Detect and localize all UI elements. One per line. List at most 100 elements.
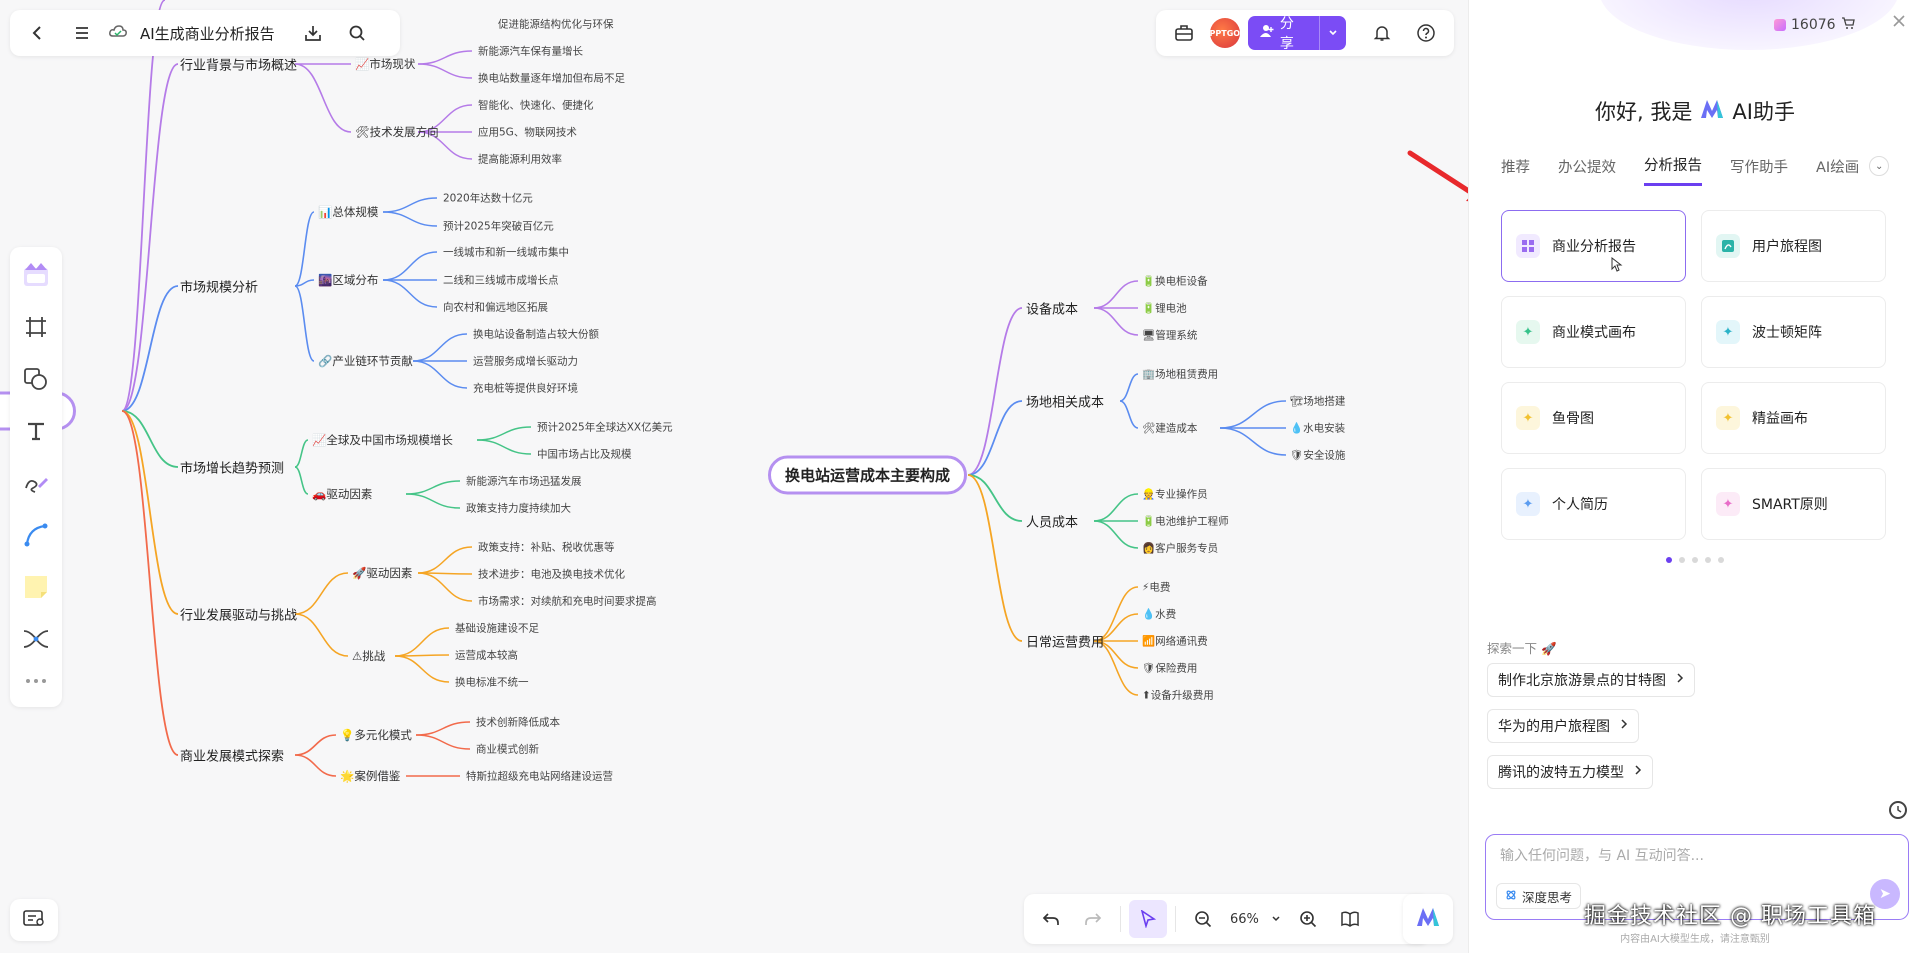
mindmap-leaf[interactable]: 2020年达数十亿元 [443,191,533,206]
credits-display[interactable]: 16076 [1774,16,1855,34]
toolbox-icon[interactable] [1166,15,1202,51]
redo-icon[interactable] [1074,900,1112,938]
mindmap-leaf[interactable]: 新能源汽车市场迅猛发展 [466,474,582,489]
mindmap-subtopic[interactable]: 💡多元化模式 [340,727,412,743]
mindmap-leaf[interactable]: 技术创新降低成本 [476,715,560,730]
mindmap-leaf[interactable]: 促进能源结构优化与环保 [498,17,614,32]
mindmap-branch[interactable]: 设备成本 [1026,299,1078,318]
help-icon[interactable] [1408,15,1444,51]
card-lean-canvas[interactable]: ✦ 精益画布 [1701,382,1886,454]
zoom-in-icon[interactable] [1289,900,1327,938]
undo-icon[interactable] [1032,900,1070,938]
mindmap-branch[interactable]: 市场规模分析 [180,277,258,296]
download-icon[interactable] [295,15,331,51]
mindmap-leaf[interactable]: 🛡安全设施 [1290,448,1345,463]
mindmap-leaf[interactable]: 💧水电安装 [1290,421,1345,436]
mindmap-leaf[interactable]: 智能化、快速化、便捷化 [478,98,594,113]
mindmap-branch[interactable]: 日常运营费用 [1026,632,1104,651]
mindmap-subtopic[interactable]: 🚀驱动因素 [352,565,412,581]
mindmap-leaf[interactable]: 换电站数量逐年增加但布局不足 [478,71,625,86]
mindmap-leaf[interactable]: 特斯拉超级充电站网络建设运营 [466,769,613,784]
mindmap-subtopic[interactable]: 🚗驱动因素 [312,486,372,502]
mindmap-leaf[interactable]: 运营成本较高 [455,648,518,663]
back-icon[interactable] [20,15,56,51]
mindmap-subtopic[interactable]: 💧水费 [1142,607,1176,622]
mindmap-subtopic[interactable]: 🖥管理系统 [1142,328,1197,343]
chevron-down-icon[interactable] [1267,900,1285,938]
deep-think-toggle[interactable]: 深度思考 [1496,883,1582,909]
mindmap-leaf[interactable]: 向农村和偏远地区拓展 [443,300,548,315]
mindmap-subtopic[interactable]: 🔋锂电池 [1142,301,1187,316]
suggestion-chip[interactable]: 腾讯的波特五力模型 [1487,755,1653,789]
share-button[interactable]: 分享 [1247,16,1347,52]
card-business-analysis[interactable]: 商业分析报告 [1501,210,1686,282]
mindmap-leaf[interactable]: 运营服务成增长驱动力 [473,354,578,369]
select-pointer-icon[interactable] [1129,900,1167,938]
page-dot[interactable] [1718,557,1724,563]
mindmap-branch[interactable]: 行业发展驱动与挑战 [180,605,297,624]
page-dot[interactable] [1679,557,1685,563]
mindmap-leaf[interactable]: 预计2025年全球达XX亿美元 [537,420,673,435]
mindmap-leaf[interactable]: 政策支持力度持续加大 [466,501,571,516]
mindmap-subtopic[interactable]: 🏢场地租赁费用 [1142,367,1218,382]
tab-office[interactable]: 办公提效 [1558,156,1616,185]
mindmap-leaf[interactable]: 换电站设备制造占较大份额 [473,327,599,342]
share-main-button[interactable]: 分享 [1248,16,1320,52]
mindmap-subtopic[interactable]: 👷专业操作员 [1142,487,1208,502]
mindmap-leaf[interactable]: 市场需求：对续航和充电时间要求提高 [478,594,657,609]
mindmap-subtopic[interactable]: 📊总体规模 [318,204,378,220]
mindmap-subtopic[interactable]: ⬆设备升级费用 [1142,688,1214,703]
card-boston-matrix[interactable]: ✦ 波士顿矩阵 [1701,296,1886,368]
mindmap-leaf[interactable]: 新能源汽车保有量增长 [478,44,583,59]
mindmap-branch[interactable]: 人员成本 [1026,512,1078,531]
mindmap-subtopic[interactable]: 🛠技术发展方向 [355,124,439,140]
connector-icon[interactable] [16,513,56,557]
mindmap-subtopic[interactable]: 📶网络通讯费 [1142,634,1208,649]
card-smart[interactable]: ✦ SMART原则 [1701,468,1886,540]
page-dot[interactable] [1666,557,1672,563]
template-icon[interactable] [16,253,56,297]
mindmap-subtopic[interactable]: 🌆区域分布 [318,272,378,288]
mindmap-subtopic[interactable]: 🌟案例借鉴 [340,768,400,784]
mindmap-subtopic[interactable]: 🔋换电柜设备 [1142,274,1208,289]
suggestion-chip[interactable]: 华为的用户旅程图 [1487,709,1639,743]
ai-assistant-button[interactable] [1403,894,1453,944]
card-user-journey[interactable]: 用户旅程图 [1701,210,1886,282]
mindmap-root-node[interactable]: 换电站运营成本主要构成 [768,455,968,495]
tab-writing[interactable]: 写作助手 [1730,156,1788,185]
mindmap-branch[interactable]: 行业背景与市场概述 [180,55,297,74]
page-dot[interactable] [1692,557,1698,563]
mindmap-subtopic[interactable]: 🛡保险费用 [1142,661,1197,676]
minimap-button[interactable] [10,899,58,941]
text-icon[interactable] [16,409,56,453]
sticky-note-icon[interactable] [16,565,56,609]
zoom-out-icon[interactable] [1184,900,1222,938]
chat-input[interactable] [1500,848,1894,864]
mindmap-subtopic[interactable]: ⚠挑战 [352,648,385,664]
menu-icon[interactable] [64,15,100,51]
mindmap-subtopic[interactable]: ⚡电费 [1142,580,1170,595]
mindmap-subtopic[interactable]: 👩客户服务专员 [1142,541,1218,556]
mindmap-leaf[interactable]: 二线和三线城市成增长点 [443,273,559,288]
card-fishbone[interactable]: ✦ 鱼骨图 [1501,382,1686,454]
mindmap-canvas[interactable]: 站析报告促进能源结构优化与环保行业背景与市场概述📈市场现状新能源汽车保有量增长换… [0,0,1468,953]
mindmap-leaf[interactable]: 基础设施建设不足 [455,621,539,636]
mindmap-leaf[interactable]: 充电桩等提供良好环境 [473,381,578,396]
mindmap-subtopic[interactable]: 🔋电池维护工程师 [1142,514,1229,529]
mindmap-subtopic[interactable]: 🔗产业链环节贡献 [318,353,413,369]
tab-analysis-report[interactable]: 分析报告 [1644,154,1702,186]
history-clock-icon[interactable] [1889,801,1907,819]
bell-icon[interactable] [1364,15,1400,51]
shape-icon[interactable] [16,357,56,401]
page-dot[interactable] [1705,557,1711,563]
frame-icon[interactable] [16,305,56,349]
chevron-down-icon[interactable]: ⌄ [1869,156,1890,176]
mindmap-leaf[interactable]: 预计2025年突破百亿元 [443,219,554,234]
zoom-level[interactable]: 66% [1226,912,1263,927]
mindmap-subtopic[interactable]: 🛠建造成本 [1142,421,1197,436]
mindmap-branch[interactable]: 场地相关成本 [1026,392,1104,411]
mindmap-subtopic[interactable]: 📈市场现状 [355,56,415,72]
search-icon[interactable] [339,15,375,51]
more-icon[interactable] [16,669,56,693]
mindmap-leaf[interactable]: 技术进步：电池及换电技术优化 [478,567,625,582]
